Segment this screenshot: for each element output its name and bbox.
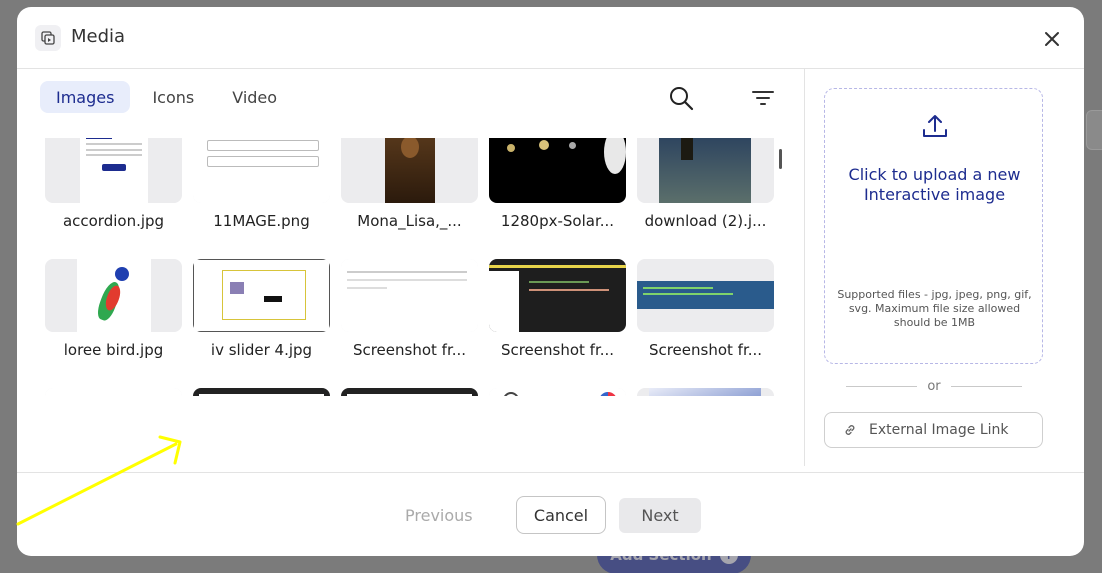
cancel-button[interactable]: Cancel bbox=[516, 496, 606, 534]
media-grid: accordion.jpg 11MAGE.png Mona_Lisa,_... 128… bbox=[45, 138, 774, 396]
code-screenshot-thumbnail bbox=[489, 259, 626, 332]
media-grid-viewport[interactable]: accordion.jpg 11MAGE.png Mona_Lisa,_... 128… bbox=[45, 138, 785, 396]
media-tile-name: iv slider 4.jpg bbox=[210, 341, 313, 359]
media-tile[interactable]: Mona_Lisa,_... bbox=[341, 138, 478, 259]
kid-illustration-thumbnail bbox=[489, 388, 626, 396]
media-tile[interactable] bbox=[341, 388, 478, 396]
or-divider: or bbox=[846, 379, 1022, 394]
media-tile[interactable]: iv slider 4.jpg bbox=[193, 259, 330, 388]
media-tile[interactable] bbox=[489, 388, 626, 396]
upload-pane: Click to upload a new Interactive image … bbox=[806, 69, 1084, 466]
previous-button[interactable]: Previous bbox=[405, 506, 473, 525]
upload-note: Supported files - jpg, jpeg, png, gif, s… bbox=[837, 288, 1032, 329]
media-tile[interactable] bbox=[637, 388, 774, 396]
media-tile[interactable]: loree bird.jpg bbox=[45, 259, 182, 388]
media-tile-name: Screenshot fr... bbox=[352, 341, 467, 359]
media-tile[interactable]: Screenshot fr... bbox=[637, 259, 774, 388]
search-icon[interactable] bbox=[668, 85, 694, 111]
media-tile-name: 1280px-Solar... bbox=[500, 212, 615, 230]
modal-footer: Previous Cancel Next bbox=[17, 472, 1084, 556]
scrollbar[interactable] bbox=[779, 149, 782, 169]
tab-icons[interactable]: Icons bbox=[136, 81, 210, 113]
media-tile-name: Mona_Lisa,_... bbox=[357, 212, 462, 230]
document-thumbnail bbox=[45, 138, 182, 203]
tab-images[interactable]: Images bbox=[40, 81, 131, 113]
media-tile[interactable]: 11MAGE.png bbox=[193, 138, 330, 259]
upload-title: Click to upload a new Interactive image bbox=[848, 165, 1021, 204]
modal-header: Media bbox=[17, 7, 1084, 69]
or-text: or bbox=[927, 379, 941, 394]
media-tile[interactable]: 1280px-Solar... bbox=[489, 138, 626, 259]
media-tile-name: 11MAGE.png bbox=[213, 212, 310, 230]
keyboard-thumbnail bbox=[637, 388, 774, 396]
painting-thumbnail bbox=[341, 138, 478, 203]
media-tile-name: Screenshot fr... bbox=[648, 341, 763, 359]
solar-system-thumbnail bbox=[489, 138, 626, 203]
external-image-link-button[interactable]: External Image Link bbox=[824, 412, 1043, 448]
close-icon[interactable] bbox=[1039, 26, 1065, 52]
media-modal: Media Images Icons Video accordion.jpg 11… bbox=[17, 7, 1084, 556]
slider-screenshot-thumbnail bbox=[193, 259, 330, 332]
parrot-thumbnail bbox=[45, 259, 182, 332]
link-icon bbox=[845, 425, 855, 435]
background-side-button bbox=[1086, 110, 1102, 150]
filter-icon[interactable] bbox=[751, 87, 775, 109]
upload-dropzone[interactable]: Click to upload a new Interactive image … bbox=[824, 88, 1043, 364]
media-tile[interactable] bbox=[193, 388, 330, 396]
upload-icon bbox=[920, 111, 950, 141]
media-tile[interactable]: Screenshot fr... bbox=[489, 259, 626, 388]
tab-video[interactable]: Video bbox=[216, 81, 293, 113]
app-screenshot-thumbnail bbox=[193, 388, 330, 396]
terminal-screenshot-thumbnail bbox=[637, 259, 774, 332]
media-tile-name: download (2).j... bbox=[644, 212, 767, 230]
table-thumbnail bbox=[45, 388, 182, 396]
media-tile-name: accordion.jpg bbox=[62, 212, 165, 230]
modal-title: Media bbox=[71, 26, 126, 47]
starry-night-thumbnail bbox=[637, 138, 774, 203]
media-tile[interactable]: Screenshot fr... bbox=[341, 259, 478, 388]
next-button[interactable]: Next bbox=[619, 498, 701, 533]
media-tile[interactable]: accordion.jpg bbox=[45, 138, 182, 259]
media-library-pane: Images Icons Video accordion.jpg 11MAGE.p… bbox=[17, 69, 805, 466]
media-tile-name: Screenshot fr... bbox=[500, 341, 615, 359]
screenshot-thumbnail bbox=[341, 259, 478, 332]
form-thumbnail bbox=[193, 138, 330, 203]
media-tile[interactable]: download (2).j... bbox=[637, 138, 774, 259]
divider-line bbox=[950, 386, 1022, 387]
divider-line bbox=[846, 386, 918, 387]
external-link-label: External Image Link bbox=[869, 422, 1009, 438]
media-icon bbox=[35, 25, 61, 51]
media-tabs: Images Icons Video bbox=[40, 81, 293, 113]
media-tile-name: loree bird.jpg bbox=[63, 341, 164, 359]
app-screenshot-thumbnail bbox=[341, 388, 478, 396]
media-tile[interactable] bbox=[45, 388, 182, 396]
